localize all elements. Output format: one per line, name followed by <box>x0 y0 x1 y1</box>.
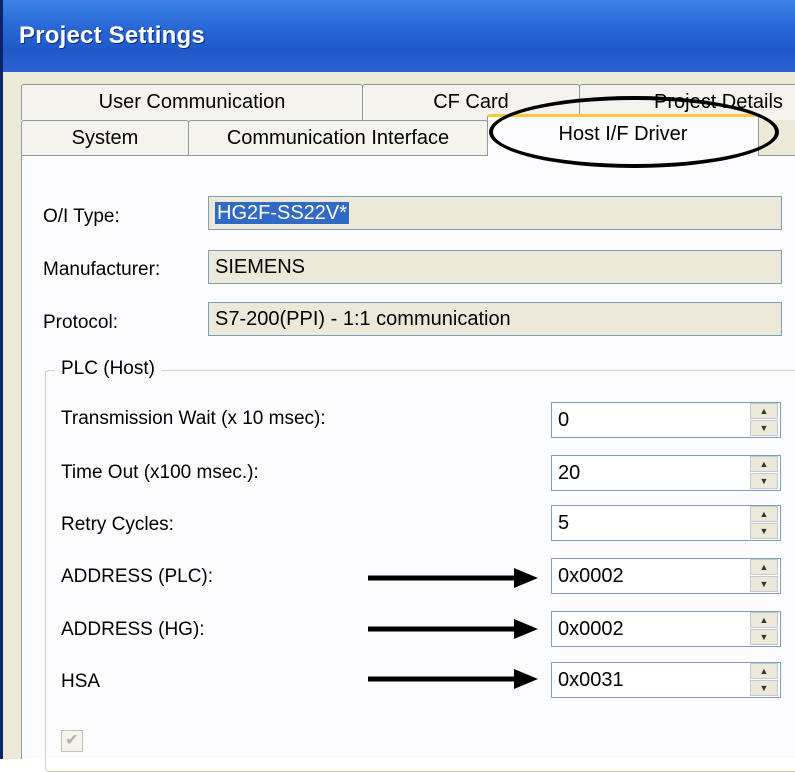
spin-up-button[interactable]: ▲ <box>750 506 778 522</box>
protocol-field[interactable]: S7-200(PPI) - 1:1 communication <box>208 302 782 336</box>
time-out-spinner[interactable]: 20 ▲ ▼ <box>551 455 781 491</box>
tab-label: Project Details <box>654 91 783 113</box>
tab-system[interactable]: System <box>21 120 189 156</box>
spin-up-button[interactable]: ▲ <box>750 456 778 472</box>
arrow-right-icon <box>368 669 538 689</box>
spin-down-button[interactable]: ▼ <box>750 473 778 489</box>
project-settings-window: Project Settings User Communication CF C… <box>0 0 795 772</box>
title-bar[interactable]: Project Settings <box>3 0 795 72</box>
tab-host-if-driver[interactable]: Host I/F Driver <box>487 114 759 156</box>
spinner-value[interactable]: 0x0002 <box>558 612 624 646</box>
tab-label: User Communication <box>98 91 286 113</box>
spin-up-button[interactable]: ▲ <box>750 403 778 419</box>
tab-label: CF Card <box>433 91 509 113</box>
spin-down-button[interactable]: ▼ <box>750 680 778 696</box>
spin-down-button[interactable]: ▼ <box>750 523 778 539</box>
tab-communication-interface[interactable]: Communication Interface <box>188 120 488 156</box>
retry-cycles-label: Retry Cycles: <box>61 514 174 535</box>
address-hg-label: ADDRESS (HG): <box>61 619 205 640</box>
hsa-label: HSA <box>61 671 101 692</box>
retry-cycles-spinner[interactable]: 5 ▲ ▼ <box>551 505 781 541</box>
protocol-label: Protocol: <box>43 312 118 333</box>
window-title: Project Settings <box>19 22 205 49</box>
manufacturer-label: Manufacturer: <box>43 259 161 280</box>
tab-user-communication[interactable]: User Communication <box>21 84 363 120</box>
hsa-spinner[interactable]: 0x0031 ▲ ▼ <box>551 662 781 698</box>
disabled-checkbox[interactable]: ✔ <box>61 730 83 752</box>
oi-type-value: HG2F-SS22V* <box>215 202 350 224</box>
address-hg-spinner[interactable]: 0x0002 ▲ ▼ <box>551 611 781 647</box>
oi-type-label: O/I Type: <box>43 206 120 227</box>
spinner-value[interactable]: 0 <box>558 403 569 437</box>
spin-up-button[interactable]: ▲ <box>750 612 778 628</box>
spin-down-button[interactable]: ▼ <box>750 629 778 645</box>
time-out-label: Time Out (x100 msec.): <box>61 462 259 483</box>
spin-down-button[interactable]: ▼ <box>750 420 778 436</box>
tab-label: System <box>71 127 139 149</box>
tab-label: Communication Interface <box>226 127 450 149</box>
spinner-value[interactable]: 0x0031 <box>558 663 624 697</box>
spin-up-button[interactable]: ▲ <box>750 559 778 575</box>
arrow-right-icon <box>368 568 538 588</box>
spinner-value[interactable]: 20 <box>558 456 580 490</box>
arrow-right-icon <box>368 619 538 639</box>
plc-host-group-label: PLC (Host) <box>55 358 161 380</box>
transmission-wait-label: Transmission Wait (x 10 msec): <box>61 408 326 429</box>
oi-type-field[interactable]: HG2F-SS22V* <box>208 196 782 230</box>
address-plc-label: ADDRESS (PLC): <box>61 566 214 587</box>
spin-down-button[interactable]: ▼ <box>750 576 778 592</box>
address-plc-spinner[interactable]: 0x0002 ▲ ▼ <box>551 558 781 594</box>
spinner-value[interactable]: 0x0002 <box>558 559 624 593</box>
spin-up-button[interactable]: ▲ <box>750 663 778 679</box>
tab-label: Host I/F Driver <box>558 123 688 145</box>
manufacturer-field[interactable]: SIEMENS <box>208 250 782 284</box>
transmission-wait-spinner[interactable]: 0 ▲ ▼ <box>551 402 781 438</box>
spinner-value[interactable]: 5 <box>558 506 569 540</box>
